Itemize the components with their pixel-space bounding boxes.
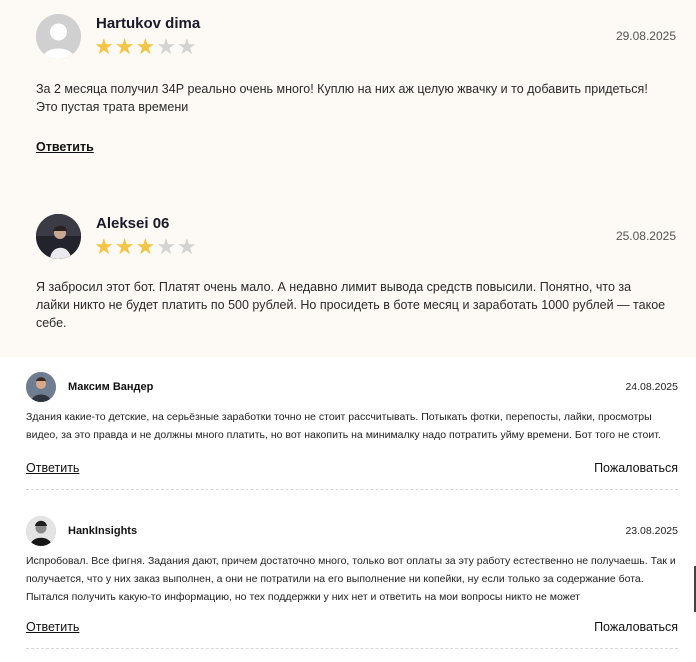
review-item: Максим Вандер 24.08.2025 Здания какие-то… xyxy=(26,372,678,482)
divider xyxy=(26,489,678,490)
report-link[interactable]: Пожаловаться xyxy=(594,461,678,475)
report-link[interactable]: Пожаловаться xyxy=(594,620,678,634)
review-text: За 2 месяца получил 34Р реально очень мн… xyxy=(36,82,648,114)
avatar xyxy=(26,516,56,546)
user-photo xyxy=(36,214,81,259)
reply-link[interactable]: Ответить xyxy=(26,620,79,634)
review-text: Испробовал. Все фигня. Задания дают, при… xyxy=(26,555,676,603)
reviewer-name: Максим Вандер xyxy=(68,381,154,393)
user-photo xyxy=(26,372,56,402)
divider xyxy=(26,648,678,649)
reviewer-name: Hartukov dima xyxy=(96,15,201,32)
avatar xyxy=(36,214,81,259)
review-text: Здания какие-то детские, на серьёзные за… xyxy=(26,411,661,441)
star-empty-icon: ★ xyxy=(156,34,176,59)
reply-link[interactable]: Ответить xyxy=(26,461,79,475)
avatar xyxy=(36,14,81,59)
star-filled-icon: ★ xyxy=(94,34,114,59)
star-filled-icon: ★ xyxy=(135,234,156,259)
review-date: 25.08.2025 xyxy=(615,229,676,243)
review-card: Hartukov dima ★ ★ ★ ★ ★ 29.08.2025 За 2 … xyxy=(36,14,676,164)
star-filled-icon: ★ xyxy=(114,234,135,259)
star-filled-icon: ★ xyxy=(114,34,135,59)
default-user-icon xyxy=(36,14,81,59)
star-rating: ★ ★ ★ ★ ★ xyxy=(94,36,197,58)
star-empty-icon: ★ xyxy=(176,34,197,59)
review-item: HankInsights 23.08.2025 Испробовал. Все … xyxy=(26,516,678,641)
star-filled-icon: ★ xyxy=(94,234,114,259)
avatar xyxy=(26,372,56,402)
star-empty-icon: ★ xyxy=(176,234,197,259)
reviewer-name: HankInsights xyxy=(68,525,138,537)
review-date: 23.08.2025 xyxy=(625,525,678,537)
review-text: Я забросил этот бот. Платят очень мало. … xyxy=(36,280,666,330)
review-date: 29.08.2025 xyxy=(615,29,676,43)
user-photo xyxy=(26,516,56,546)
review-date: 24.08.2025 xyxy=(625,381,678,393)
star-rating: ★ ★ ★ ★ ★ xyxy=(94,236,197,258)
star-filled-icon: ★ xyxy=(135,34,156,59)
reviewer-name: Aleksei 06 xyxy=(96,215,170,232)
review-card: Aleksei 06 ★ ★ ★ ★ ★ 25.08.2025 Я заброс… xyxy=(36,214,676,344)
star-empty-icon: ★ xyxy=(156,234,176,259)
reply-link[interactable]: Ответить xyxy=(36,140,94,154)
